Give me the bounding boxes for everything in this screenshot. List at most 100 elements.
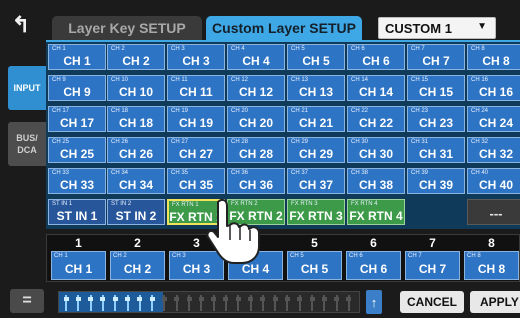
channel-button[interactable]: ST IN 2 ST IN 2 <box>107 199 165 225</box>
cancel-button[interactable]: CANCEL <box>400 291 464 313</box>
mini-fader-knob <box>161 297 167 301</box>
channel-button[interactable]: CH 2 CH 2 <box>107 44 165 70</box>
channel-button-small-label: CH 37 <box>291 170 309 176</box>
channel-button[interactable]: CH 21 CH 21 <box>287 106 345 132</box>
mini-fader-knob <box>223 297 229 301</box>
side-tab-bus-dca[interactable]: BUS/ DCA <box>8 122 46 166</box>
strip-slot[interactable]: 2 CH 2 CH 2 <box>108 236 167 282</box>
channel-button-small-label: CH 35 <box>171 170 189 176</box>
strip-slot-small-label: CH 6 <box>349 253 363 259</box>
side-tab-input-label: INPUT <box>13 83 41 93</box>
mini-fader-knob <box>125 297 130 301</box>
strip-slot-label: CH 7 <box>418 262 447 276</box>
channel-button[interactable]: CH 19 CH 19 <box>167 106 225 132</box>
channel-button-label: ST IN 1 <box>56 209 98 223</box>
mini-fader-knob <box>248 297 253 301</box>
channel-button[interactable]: CH 40 CH 40 <box>467 168 520 194</box>
channel-button[interactable]: --- <box>467 199 520 225</box>
channel-button[interactable]: CH 32 CH 32 <box>467 137 520 163</box>
channel-button[interactable]: CH 17 CH 17 <box>48 106 106 132</box>
channel-button[interactable]: CH 6 CH 6 <box>347 44 405 70</box>
channel-button-label: FX RTN 4 <box>349 209 403 223</box>
channel-button[interactable]: CH 18 CH 18 <box>107 106 165 132</box>
tab-layer-key-setup[interactable]: Layer Key SETUP <box>52 16 202 40</box>
channel-button[interactable]: CH 28 CH 28 <box>227 137 285 163</box>
channel-button[interactable]: CH 34 CH 34 <box>107 168 165 194</box>
channel-button-label: CH 39 <box>418 178 453 192</box>
tab-custom-layer-setup[interactable]: Custom Layer SETUP <box>206 16 362 40</box>
channel-button[interactable]: CH 22 CH 22 <box>347 106 405 132</box>
channel-button[interactable]: CH 15 CH 15 <box>407 75 465 101</box>
channel-button[interactable]: CH 3 CH 3 <box>167 44 225 70</box>
channel-button[interactable]: CH 26 CH 26 <box>107 137 165 163</box>
channel-button[interactable]: CH 8 CH 8 <box>467 44 520 70</box>
channel-button[interactable]: CH 7 CH 7 <box>407 44 465 70</box>
channel-button[interactable]: CH 30 CH 30 <box>347 137 405 163</box>
mini-fader-knob <box>272 297 278 301</box>
channel-button-label: CH 27 <box>178 147 213 161</box>
channel-button[interactable]: CH 38 CH 38 <box>347 168 405 194</box>
channel-button-label: CH 3 <box>182 54 210 68</box>
channel-button-label: CH 30 <box>358 147 393 161</box>
channel-button[interactable]: ST IN 1 ST IN 1 <box>48 199 106 225</box>
channel-button[interactable]: CH 39 CH 39 <box>407 168 465 194</box>
channel-button[interactable]: CH 35 CH 35 <box>167 168 225 194</box>
strip-slot-body: CH 1 CH 1 <box>51 251 106 280</box>
channel-button[interactable]: CH 36 CH 36 <box>227 168 285 194</box>
channel-button[interactable]: CH 37 CH 37 <box>287 168 345 194</box>
channel-button[interactable]: FX RTN 4 FX RTN 4 <box>347 199 405 225</box>
channel-button[interactable]: CH 13 CH 13 <box>287 75 345 101</box>
mini-fader-knob <box>260 297 266 301</box>
channel-button[interactable]: CH 24 CH 24 <box>467 106 520 132</box>
channel-button[interactable]: CH 16 CH 16 <box>467 75 520 101</box>
channel-button-small-label: CH 9 <box>52 77 66 83</box>
strip-slot[interactable]: 5 CH 5 CH 5 <box>285 236 344 282</box>
channel-button[interactable]: CH 31 CH 31 <box>407 137 465 163</box>
channel-button[interactable]: CH 14 CH 14 <box>347 75 405 101</box>
channel-button[interactable]: CH 23 CH 23 <box>407 106 465 132</box>
channel-button-small-label: CH 3 <box>171 46 185 52</box>
strip-slot[interactable]: 6 CH 6 CH 6 <box>344 236 403 282</box>
channel-button-small-label: CH 7 <box>411 46 425 52</box>
channel-button[interactable]: CH 4 CH 4 <box>227 44 285 70</box>
channel-button[interactable]: CH 25 CH 25 <box>48 137 106 163</box>
strip-slot-small-label: CH 1 <box>54 253 68 259</box>
strip-slot[interactable]: 8 CH 8 CH 8 <box>462 236 520 282</box>
custom-layer-select[interactable]: CUSTOM 1 ▼ <box>378 17 496 39</box>
channel-button[interactable]: CH 12 CH 12 <box>227 75 285 101</box>
channel-button-small-label: CH 25 <box>52 139 70 145</box>
side-tab-input[interactable]: INPUT <box>8 66 46 110</box>
channel-button-small-label: CH 18 <box>111 108 129 114</box>
channel-button-label: FX RTN 3 <box>289 209 343 223</box>
fader-bank-overview[interactable] <box>58 291 360 313</box>
arrow-up-icon[interactable]: ↑ <box>366 290 382 314</box>
channel-button[interactable]: FX RTN 3 FX RTN 3 <box>287 199 345 225</box>
channel-button[interactable]: CH 20 CH 20 <box>227 106 285 132</box>
apply-button[interactable]: APPLY <box>470 291 520 313</box>
channel-button-label: CH 20 <box>238 116 273 130</box>
strip-slot-small-label: CH 8 <box>467 253 481 259</box>
channel-button-small-label: CH 2 <box>111 46 125 52</box>
channel-button[interactable]: CH 11 CH 11 <box>167 75 225 101</box>
channel-button-label: CH 10 <box>118 85 153 99</box>
menu-button[interactable]: = <box>10 289 44 313</box>
strip-slot[interactable]: 1 CH 1 CH 1 <box>49 236 108 282</box>
back-arrow-icon[interactable]: ↰ <box>6 10 36 40</box>
channel-button-label: CH 34 <box>118 178 153 192</box>
mini-fader-knob <box>309 297 315 301</box>
channel-button[interactable]: CH 29 CH 29 <box>287 137 345 163</box>
channel-button-small-label: CH 21 <box>291 108 309 114</box>
strip-slot[interactable]: 7 CH 7 CH 7 <box>403 236 462 282</box>
channel-button[interactable]: CH 1 CH 1 <box>48 44 106 70</box>
channel-button[interactable]: CH 33 CH 33 <box>48 168 106 194</box>
channel-button[interactable]: CH 5 CH 5 <box>287 44 345 70</box>
channel-button[interactable]: CH 9 CH 9 <box>48 75 106 101</box>
dropdown-caret-icon: ▼ <box>477 21 487 32</box>
channel-button[interactable]: CH 27 CH 27 <box>167 137 225 163</box>
channel-button-label: CH 35 <box>178 178 213 192</box>
custom-layer-select-value: CUSTOM 1 <box>385 20 452 36</box>
channel-button-small-label: CH 24 <box>471 108 489 114</box>
channel-button[interactable]: CH 10 CH 10 <box>107 75 165 101</box>
strip-slot-label: CH 6 <box>359 262 388 276</box>
channel-button-label: CH 5 <box>302 54 330 68</box>
